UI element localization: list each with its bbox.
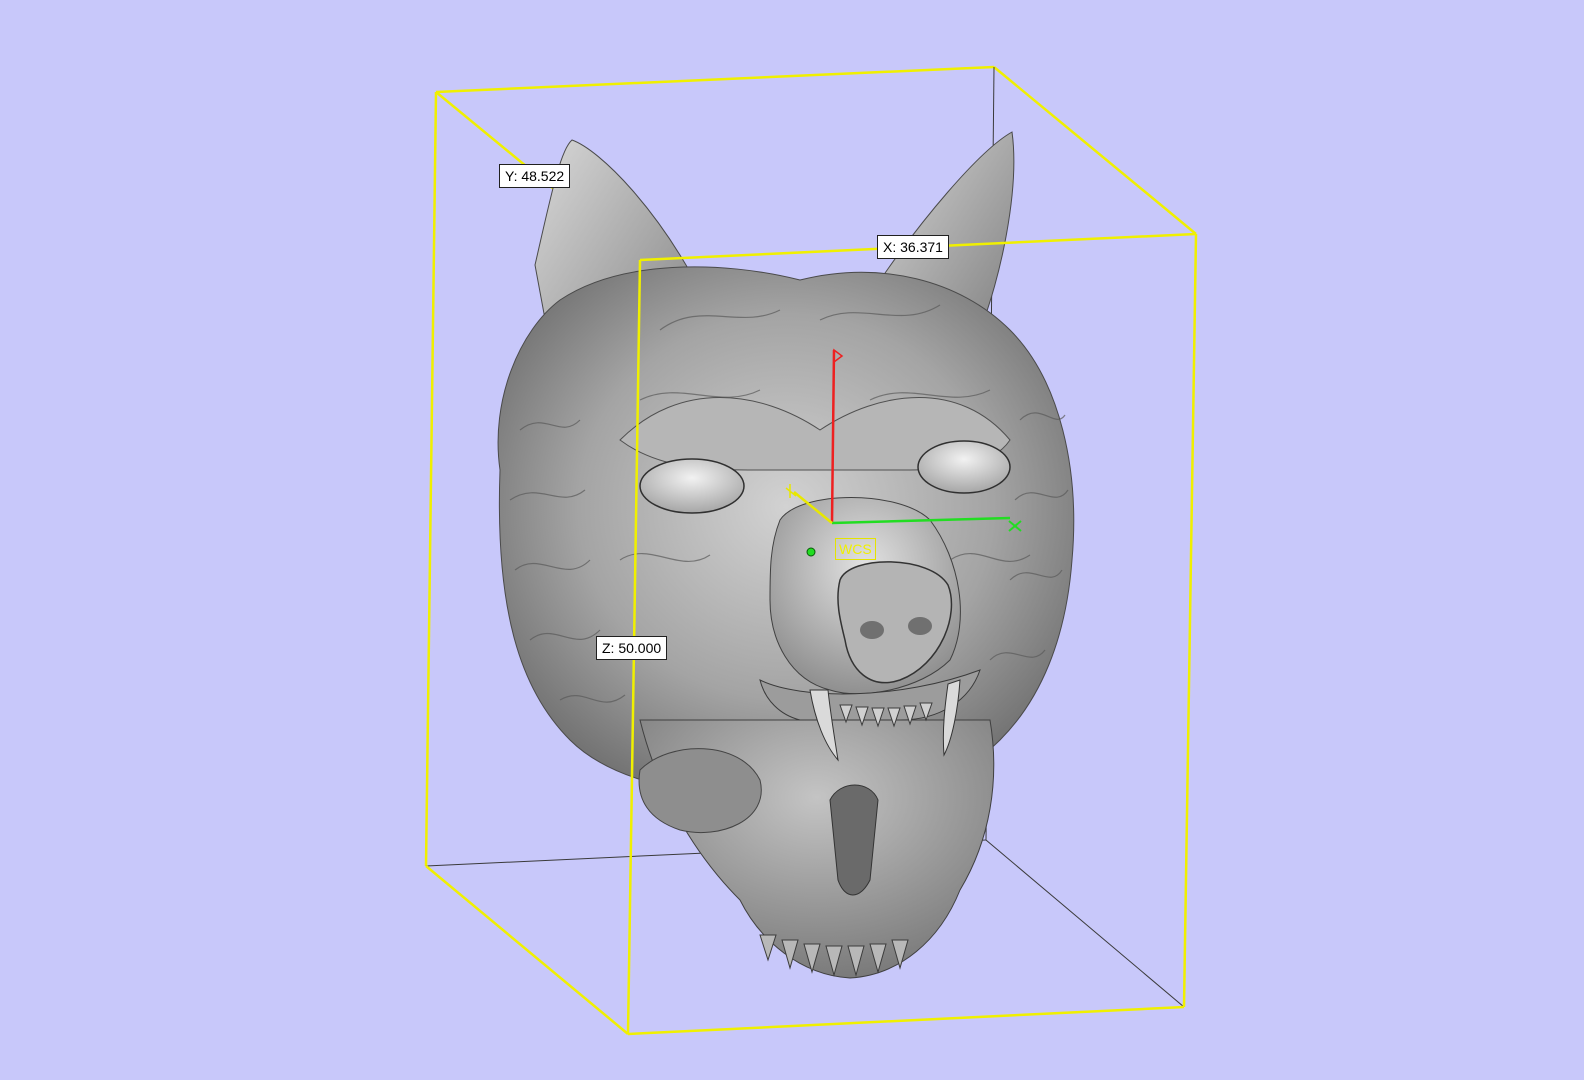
3d-viewport[interactable]: Y: 48.522 X: 36.371 Z: 50.000 WCS [0,0,1584,1080]
wolf-head-model[interactable] [497,131,1075,979]
origin-dot-icon [806,547,816,557]
y-dimension-label: Y: 48.522 [499,164,571,188]
z-dimension-label: Z: 50.000 [596,636,668,660]
left-eye [639,458,745,514]
tongue [638,748,762,834]
right-nostril [908,617,932,635]
wcs-label: WCS [835,538,876,560]
right-eye [917,440,1011,494]
left-nostril [860,621,884,639]
x-dimension-label: X: 36.371 [877,235,949,259]
scene-canvas[interactable] [0,0,1584,1080]
